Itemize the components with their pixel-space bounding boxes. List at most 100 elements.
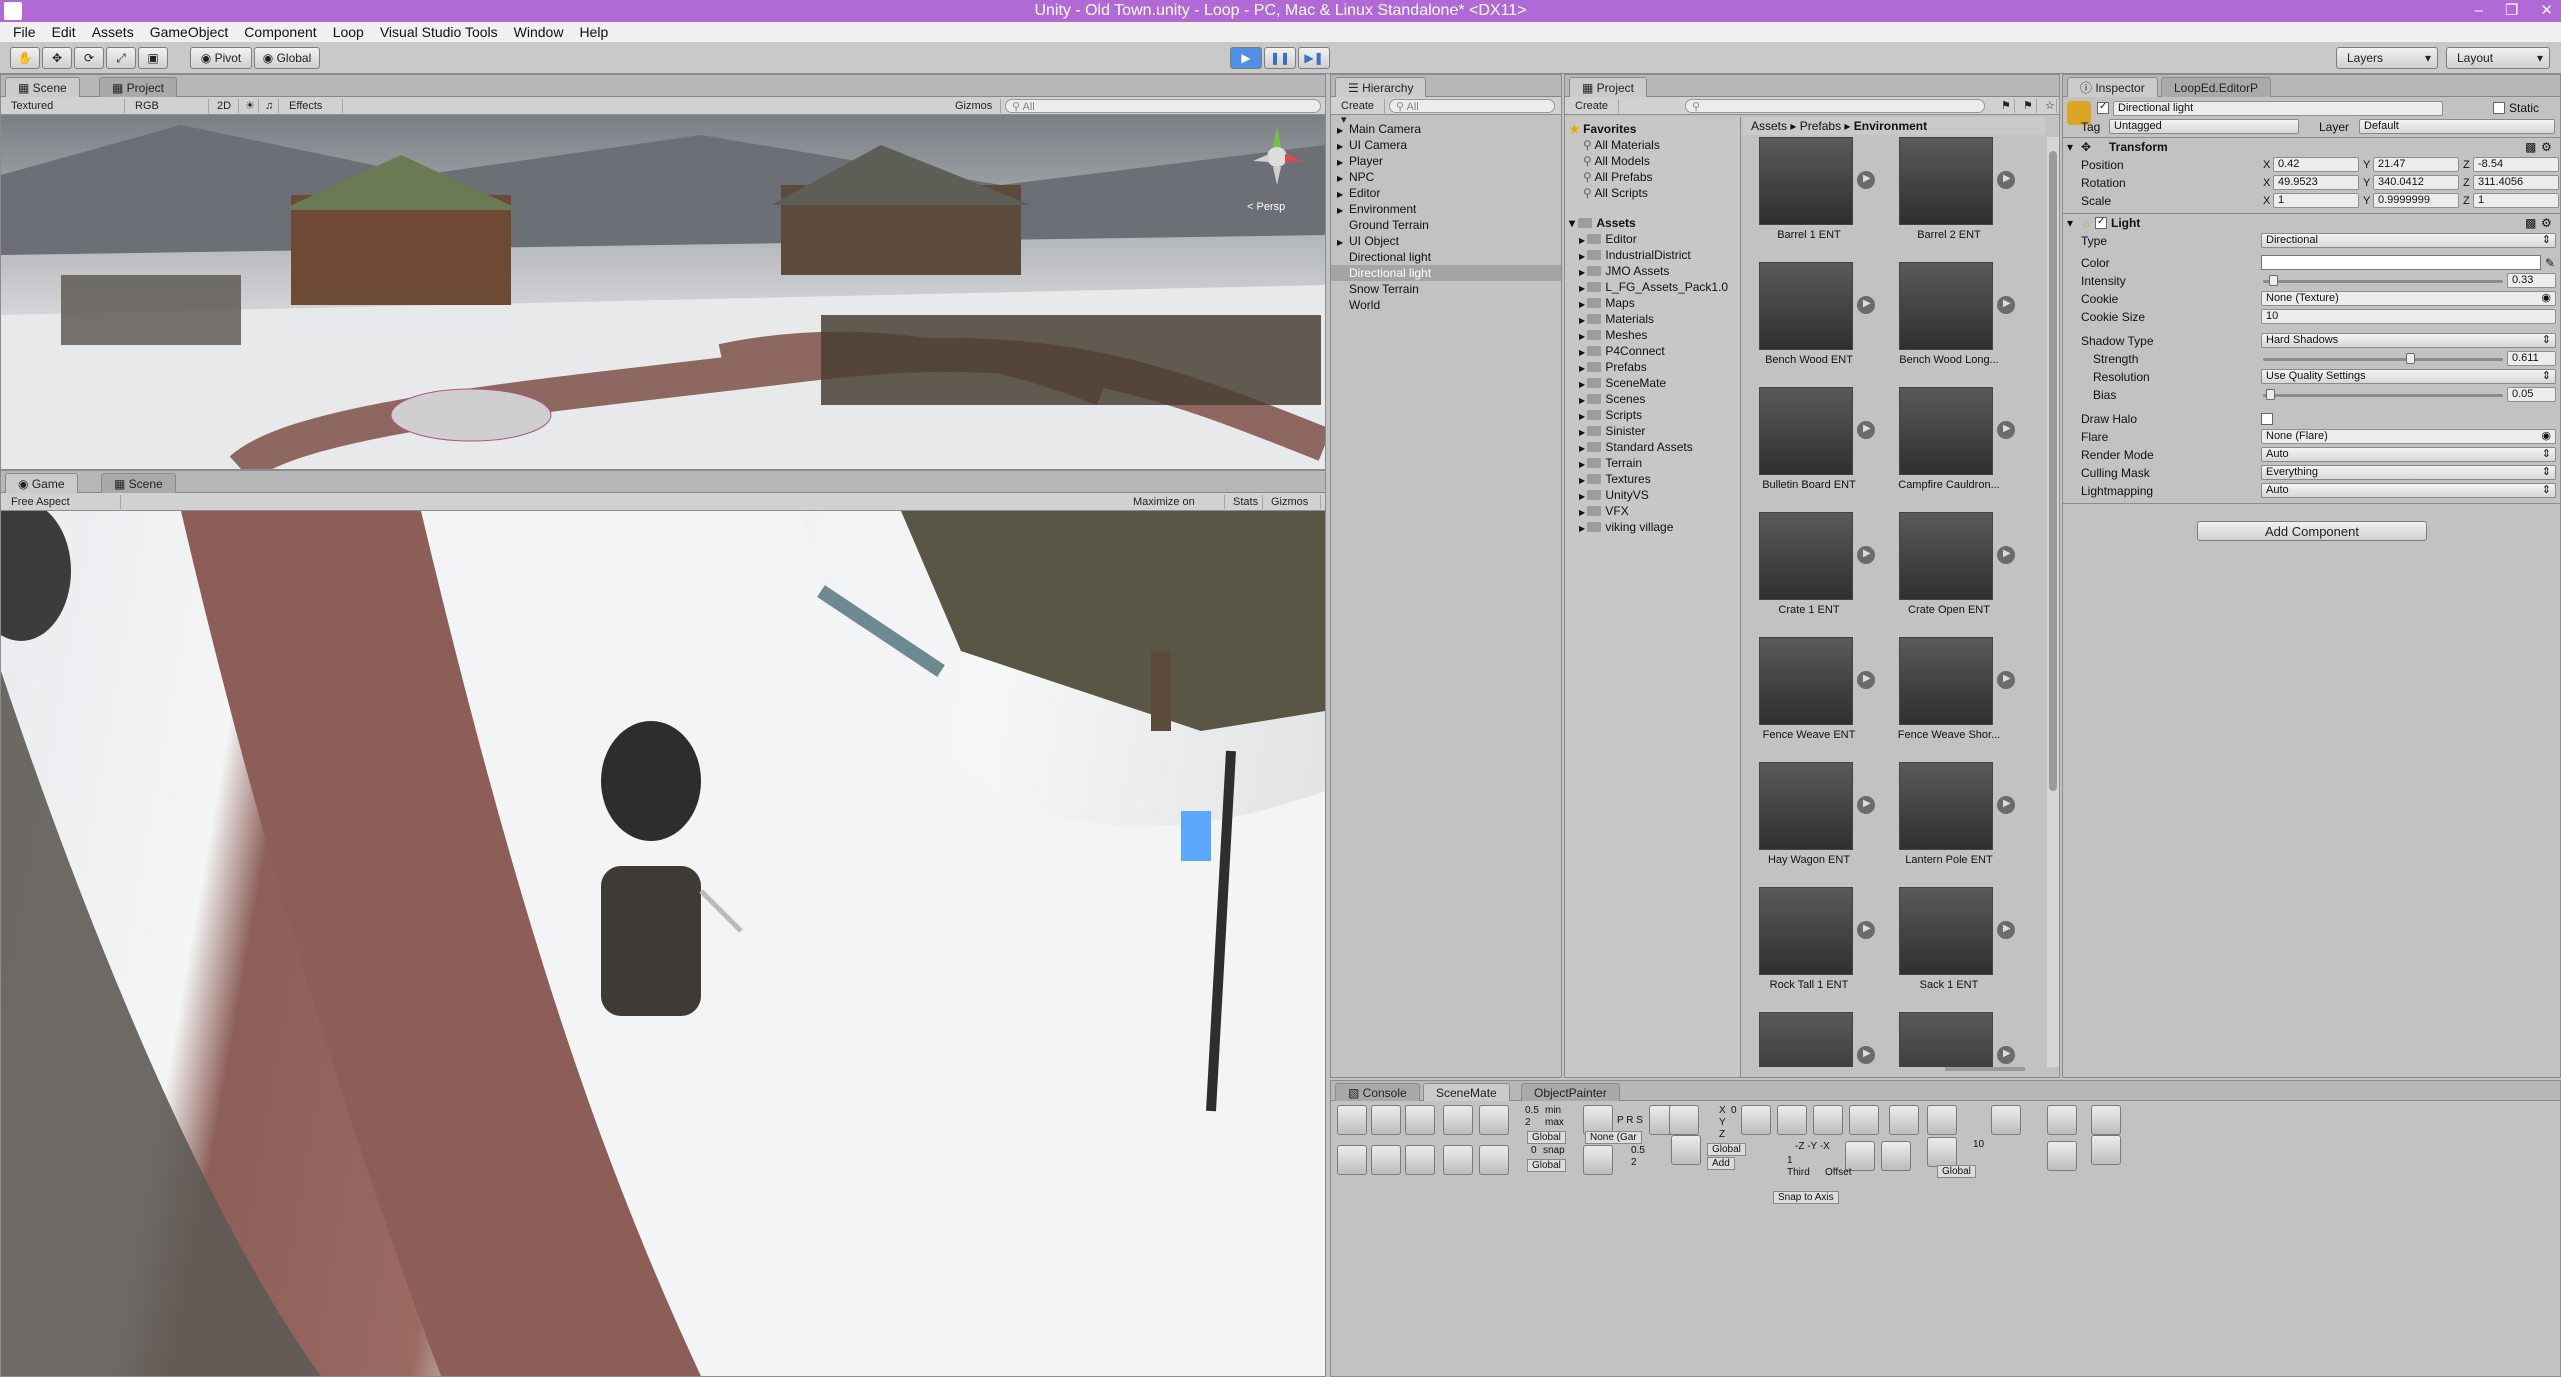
eyedropper-icon[interactable]: ✎ [2545, 255, 2555, 271]
prefab-expand-icon[interactable]: ▶ [1857, 546, 1875, 564]
strength-slider-knob[interactable] [2405, 353, 2415, 364]
tab-project-browser[interactable]: ▦ Project [1569, 77, 1648, 97]
light-enabled-checkbox[interactable]: ✓ [2095, 216, 2107, 229]
light-foldout-icon[interactable]: ▾ [2067, 215, 2073, 231]
asset-folder[interactable]: ▶ Meshes [1579, 327, 1647, 343]
tab-scene[interactable]: ▦ Scene [5, 77, 80, 97]
list-button[interactable] [2091, 1135, 2121, 1165]
favorite-item[interactable]: ⚲ All Models [1583, 153, 1650, 169]
menu-window[interactable]: Window [507, 24, 573, 40]
hierarchy-item[interactable]: ▶ Main Camera [1331, 121, 1561, 137]
snap-value[interactable]: 0 [1531, 1145, 1537, 1156]
rand-rotate-button[interactable] [1337, 1105, 1367, 1135]
tab-inspector[interactable]: ⓘ Inspector [2067, 77, 2158, 97]
asset-folder[interactable]: ▶ Maps [1579, 295, 1635, 311]
menu-gameobject[interactable]: GameObject [143, 24, 238, 40]
asset-folder[interactable]: ▶ Prefabs [1579, 359, 1647, 375]
asset-folder[interactable]: ▶ JMO Assets [1579, 263, 1669, 279]
asset-item[interactable]: ▶ Fence Weave ENT [1743, 637, 1875, 761]
global-dropdown-2[interactable]: Global [1527, 1159, 1566, 1172]
tab-scenemate[interactable]: SceneMate [1423, 1083, 1510, 1101]
hierarchy-item[interactable]: ▶ UI Camera [1331, 137, 1561, 153]
prefab-expand-icon[interactable]: ▶ [1997, 546, 2015, 564]
asset-item[interactable]: ▶ Bench Wood Long... [1883, 262, 2015, 386]
asset-folder[interactable]: ▶ Scripts [1579, 407, 1642, 423]
asset-item[interactable]: ▶ [1883, 1012, 2015, 1067]
breadcrumb-environment[interactable]: Environment [1854, 119, 1927, 133]
asset-folder[interactable]: ▶ SceneMate [1579, 375, 1666, 391]
prefab-expand-icon[interactable]: ▶ [1857, 796, 1875, 814]
position-y-input[interactable]: 21.47 [2373, 157, 2459, 172]
global-dropdown-4[interactable]: Global [1937, 1165, 1976, 1178]
select-toggle-button[interactable] [2047, 1105, 2077, 1135]
asset-item[interactable]: ▶ Fence Weave Shor... [1883, 637, 2015, 761]
rotate-step-button[interactable] [1889, 1105, 1919, 1135]
hierarchy-item[interactable]: ▶ Environment [1331, 201, 1561, 217]
expand-arrow-icon[interactable]: ▶ [1579, 284, 1587, 293]
rotation-step-value[interactable]: 10 [1973, 1139, 1984, 1150]
help-book-icon[interactable]: ▩ [2525, 215, 2536, 231]
prefab-expand-icon[interactable]: ▶ [1997, 1046, 2015, 1064]
expand-arrow-icon[interactable]: ▶ [1579, 444, 1587, 453]
intensity-slider-knob[interactable] [2268, 275, 2278, 286]
favorite-item[interactable]: ⚲ All Prefabs [1583, 169, 1653, 185]
render-mode-dropdown[interactable]: Auto ⇕ [2261, 447, 2556, 462]
mode-2d-toggle[interactable]: 2D [211, 99, 239, 113]
position-z-input[interactable]: -8.54 [2473, 157, 2559, 172]
max-value-2[interactable]: 2 [1631, 1157, 1637, 1168]
transform-foldout-icon[interactable]: ▾ [2067, 139, 2073, 155]
asset-item[interactable]: ▶ Campfire Cauldron... [1883, 387, 2015, 511]
layer-dropdown[interactable]: Default [2359, 119, 2555, 134]
expand-arrow-icon[interactable]: ▶ [1579, 508, 1587, 517]
flare-field[interactable]: None (Flare) ◉ [2261, 429, 2556, 444]
lighting-toggle-icon[interactable]: ☀ [239, 99, 259, 113]
tab-objectpainter[interactable]: ObjectPainter [1521, 1083, 1620, 1101]
asset-item[interactable]: ▶ Sack 1 ENT [1883, 887, 2015, 1011]
prefab-expand-icon[interactable]: ▶ [1857, 671, 1875, 689]
maximize-on-play-toggle[interactable]: Maximize on Play [1127, 495, 1225, 522]
hand-tool-icon[interactable]: ✋ [10, 47, 40, 69]
snap-object-button[interactable] [1741, 1105, 1771, 1135]
bias-slider-knob[interactable] [2266, 389, 2276, 400]
restore-icon[interactable]: ❐ [2505, 0, 2518, 22]
asset-item[interactable]: ▶ Barrel 2 ENT [1883, 137, 2015, 261]
game-gizmos-dropdown[interactable]: Gizmos [1265, 495, 1321, 509]
intensity-input[interactable]: 0.33 [2507, 273, 2556, 288]
stats-toggle[interactable]: Stats [1227, 495, 1263, 509]
hierarchy-create-dropdown[interactable]: Create ▾ [1335, 99, 1385, 126]
expand-arrow-icon[interactable]: ▶ [1579, 524, 1587, 533]
scale-tool-icon[interactable]: ⤢ [106, 47, 136, 69]
menu-visual-studio-tools[interactable]: Visual Studio Tools [373, 24, 507, 40]
scene-gizmos-dropdown[interactable]: Gizmos [949, 99, 1001, 113]
tag-dropdown[interactable]: Untagged [2109, 119, 2299, 134]
hierarchy-item[interactable]: ▶ NPC [1331, 169, 1561, 185]
snap-to-axis-button[interactable]: Snap to Axis [1773, 1191, 1839, 1204]
align-x-button[interactable] [1777, 1105, 1807, 1135]
align-y-button[interactable] [1813, 1105, 1843, 1135]
align-ground-button[interactable] [1405, 1145, 1435, 1175]
culling-mask-dropdown[interactable]: Everything ⇕ [2261, 465, 2556, 480]
collapse-button[interactable] [2047, 1141, 2077, 1171]
menu-help[interactable]: Help [572, 24, 617, 40]
scene-viewport[interactable]: < Persp [1, 115, 1325, 469]
light-type-dropdown[interactable]: Directional ⇕ [2261, 233, 2556, 248]
scale-z-input[interactable]: 1 [2473, 193, 2559, 208]
rect-tool-icon[interactable]: ▣ [138, 47, 168, 69]
expand-arrow-icon[interactable]: ▶ [1579, 332, 1587, 341]
lightmapping-dropdown[interactable]: Auto ⇕ [2261, 483, 2556, 498]
asset-item[interactable]: ▶ Crate 1 ENT [1743, 512, 1875, 636]
global-button[interactable]: ◉ Global [254, 47, 320, 69]
bias-slider[interactable] [2263, 394, 2503, 397]
prefab-expand-icon[interactable]: ▶ [1997, 296, 2015, 314]
menu-file[interactable]: File [6, 24, 45, 40]
asset-scrollbar-thumb[interactable] [2049, 151, 2057, 791]
aspect-dropdown[interactable]: Free Aspect [5, 495, 121, 509]
asset-folder[interactable]: ▶ L_FG_Assets_Pack1.0 [1579, 279, 1728, 295]
projection-label[interactable]: < Persp [1247, 201, 1285, 213]
expand-arrow-icon[interactable]: ▶ [1579, 364, 1587, 373]
expand-arrow-icon[interactable]: ▶ [1579, 252, 1587, 261]
add-component-button[interactable]: Add Component [2197, 521, 2427, 541]
shading-mode-dropdown[interactable]: Textured [5, 99, 125, 113]
add-dropdown[interactable]: Add [1707, 1157, 1735, 1170]
expand-arrow-icon[interactable]: ▶ [1579, 412, 1587, 421]
